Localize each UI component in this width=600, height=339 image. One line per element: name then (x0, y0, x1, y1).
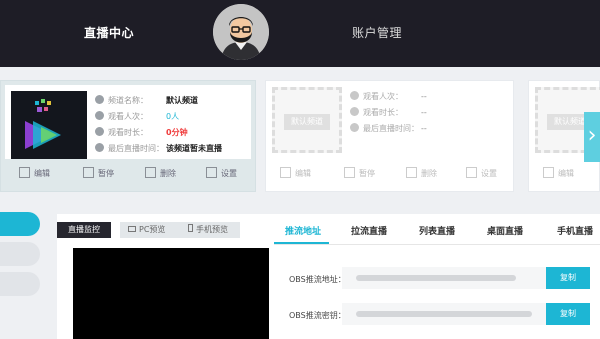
viewers-label: 观看人次： (108, 112, 148, 121)
nav-live-center[interactable]: 直播中心 (84, 24, 134, 41)
channel-name-value: 默认频道 (166, 96, 198, 105)
edit-icon (19, 167, 30, 178)
channel-name-label: 频道名称： (108, 96, 148, 105)
pc-preview-label: PC预览 (139, 225, 166, 234)
side-tab-2[interactable] (0, 242, 40, 266)
viewers-label: 观看人次： (363, 92, 403, 101)
duration-value: -- (421, 108, 427, 117)
close-icon (406, 167, 417, 178)
last-live-label: 最后直播时间： (363, 124, 419, 133)
delete-label: 删除 (421, 169, 437, 178)
phone-icon (188, 224, 193, 232)
card-actions: 编辑 暂停 删除 设置 (1, 163, 255, 185)
mobile-preview-label: 手机预览 (196, 225, 228, 234)
delete-button[interactable]: 删除 (145, 163, 176, 185)
channel-info: 观看人次： -- 观看时长： -- 最后直播时间： -- (350, 89, 427, 137)
settings-button[interactable]: 设置 (206, 163, 237, 185)
user-icon (350, 91, 359, 100)
edit-button[interactable]: 编辑 (543, 163, 574, 185)
channel-thumbnail (11, 91, 87, 159)
empty-channel-card[interactable]: 默认频道 观看人次： -- 观看时长： -- 最后直播时间： -- 编辑 暂停 删除 … (265, 80, 514, 192)
channel-card[interactable]: 频道名称： 默认频道 观看人次： 0人 观看时长： 0分钟 最后直播时间： 该频道暂未直… (0, 80, 256, 192)
top-nav: 直播中心 账户管理 (0, 0, 600, 67)
mobile-preview-tab[interactable]: 手机预览 (188, 222, 228, 238)
pc-preview-tab[interactable]: PC预览 (128, 222, 165, 238)
pause-button[interactable]: 暂停 (344, 163, 375, 185)
obs-url-label: OBS推流地址： (289, 275, 346, 284)
pause-label: 暂停 (359, 169, 375, 178)
edit-button[interactable]: 编辑 (19, 163, 50, 185)
settings-label: 设置 (221, 169, 237, 178)
avatar[interactable] (213, 4, 269, 60)
pause-icon (83, 167, 94, 178)
viewers-value: 0人 (166, 112, 180, 121)
edit-label: 编辑 (34, 169, 50, 178)
chevron-right-icon[interactable]: › (584, 112, 600, 162)
duration-label: 观看时长： (108, 128, 148, 137)
edit-icon (543, 167, 554, 178)
pause-label: 暂停 (98, 169, 114, 178)
duration-value: 0分钟 (166, 128, 188, 137)
calendar-icon (350, 123, 359, 132)
preview-tabs: PC预览 手机预览 (120, 222, 240, 238)
last-live-label: 最后直播时间： (108, 144, 164, 153)
live-monitor-button[interactable]: 直播监控 (57, 222, 111, 238)
tab-divider (274, 244, 600, 245)
user-icon (95, 111, 104, 120)
edit-button[interactable]: 编辑 (280, 163, 311, 185)
tab-mobile-live[interactable]: 手机直播 (557, 224, 593, 237)
card-actions: 编辑 (529, 163, 599, 185)
calendar-icon (95, 143, 104, 152)
tab-push-url[interactable]: 推流地址 (285, 224, 321, 237)
clock-icon (95, 127, 104, 136)
side-tab-3[interactable] (0, 272, 40, 296)
edit-label: 编辑 (295, 169, 311, 178)
last-live-value: 该频道暂未直播 (166, 144, 222, 153)
settings-label: 设置 (481, 169, 497, 178)
tab-desktop-live[interactable]: 桌面直播 (487, 224, 523, 237)
obs-key-label: OBS推流密钥： (289, 311, 346, 320)
channel-card-body: 频道名称： 默认频道 观看人次： 0人 观看时长： 0分钟 最后直播时间： 该频道暂未直… (5, 85, 251, 159)
edit-icon (280, 167, 291, 178)
close-icon (145, 167, 156, 178)
live-panel: 直播监控 PC预览 手机预览 推流地址 拉流直播 列表直播 桌面直播 手机直播 … (57, 214, 600, 339)
channel-cards: 频道名称： 默认频道 观看人次： 0人 观看时长： 0分钟 最后直播时间： 该频道暂未直… (0, 74, 600, 200)
side-tab-1[interactable] (0, 212, 40, 236)
monitor-icon (128, 226, 136, 232)
edit-label: 编辑 (558, 169, 574, 178)
obs-key-value (356, 311, 532, 317)
last-live-value: -- (421, 124, 427, 133)
clock-icon (350, 107, 359, 116)
duration-label: 观看时长： (363, 108, 403, 117)
channel-placeholder: 默认频道 (272, 87, 342, 153)
card-actions: 编辑 暂停 删除 设置 (266, 163, 513, 185)
tab-list-live[interactable]: 列表直播 (419, 224, 455, 237)
obs-url-value (356, 275, 516, 281)
delete-label: 删除 (160, 169, 176, 178)
viewers-value: -- (421, 92, 427, 101)
delete-button[interactable]: 删除 (406, 163, 437, 185)
copy-key-button[interactable]: 复制 (546, 303, 590, 325)
gear-icon (206, 167, 217, 178)
settings-button[interactable]: 设置 (466, 163, 497, 185)
obs-key-field[interactable] (342, 303, 546, 325)
pause-icon (344, 167, 355, 178)
obs-url-field[interactable] (342, 267, 546, 289)
video-preview[interactable] (73, 248, 269, 339)
tab-pull-live[interactable]: 拉流直播 (351, 224, 387, 237)
gear-icon (466, 167, 477, 178)
copy-url-button[interactable]: 复制 (546, 267, 590, 289)
channel-info: 频道名称： 默认频道 观看人次： 0人 观看时长： 0分钟 最后直播时间： 该频道暂未直… (95, 93, 222, 157)
nav-account-management[interactable]: 账户管理 (352, 24, 402, 41)
channel-name-icon (95, 95, 104, 104)
pause-button[interactable]: 暂停 (83, 163, 114, 185)
placeholder-label: 默认频道 (284, 114, 330, 130)
